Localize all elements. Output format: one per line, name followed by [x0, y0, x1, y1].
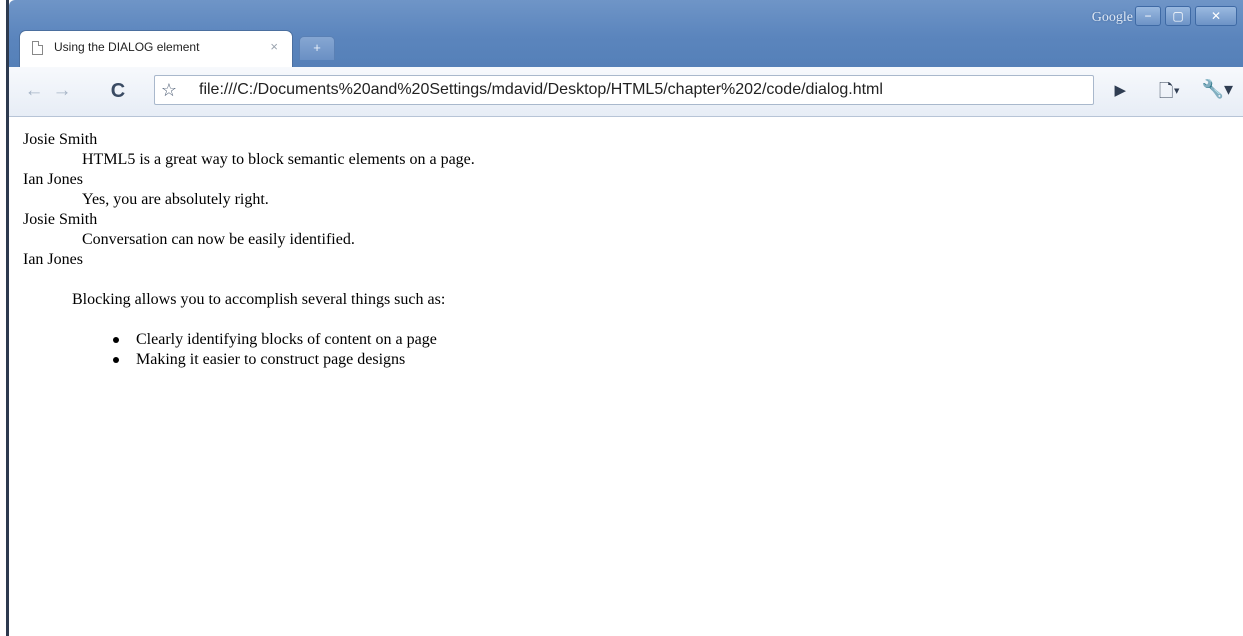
wrench-menu-icon[interactable]: 🔧▾: [1202, 79, 1233, 100]
new-tab-button[interactable]: +: [299, 36, 335, 60]
go-icon[interactable]: ▶: [1114, 81, 1126, 99]
tab-active[interactable]: Using the DIALOG element ×: [19, 30, 293, 68]
minimize-button[interactable]: −: [1135, 6, 1161, 26]
brand-label: Google: [1091, 10, 1133, 25]
maximize-button[interactable]: ▢: [1165, 6, 1191, 26]
list-item: Clearly identifying blocks of content on…: [113, 330, 1243, 350]
dialog-list: Josie Smith HTML5 is a great way to bloc…: [23, 130, 1243, 370]
tab-title: Using the DIALOG element: [54, 40, 200, 54]
page-menu-icon[interactable]: 🗋▾: [1159, 79, 1180, 109]
close-window-button[interactable]: ✕: [1195, 6, 1237, 26]
speaker-name: Ian Jones: [23, 251, 83, 268]
forward-icon[interactable]: →: [49, 79, 75, 103]
title-bar: Google − ▢ ✕ Using the DIALOG element × …: [9, 0, 1243, 68]
tab-close-icon[interactable]: ×: [270, 39, 278, 54]
window-controls: − ▢ ✕: [1135, 6, 1237, 26]
browser-window: Google − ▢ ✕ Using the DIALOG element × …: [6, 0, 1243, 636]
url-text[interactable]: file:///C:/Documents%20and%20Settings/md…: [199, 81, 883, 99]
back-icon[interactable]: ←: [21, 79, 47, 103]
speaker-name: Josie Smith: [23, 211, 98, 228]
page-icon: [32, 41, 43, 55]
bullet-list: Clearly identifying blocks of content on…: [72, 330, 1243, 370]
reload-icon[interactable]: C: [104, 79, 132, 103]
speaker-block: Blocking allows you to accomplish severa…: [72, 290, 1243, 370]
page-content: Josie Smith HTML5 is a great way to bloc…: [9, 117, 1243, 636]
speaker-line: Conversation can now be easily identifie…: [82, 231, 355, 248]
list-item: Making it easier to construct page desig…: [113, 350, 1243, 370]
speaker-name: Josie Smith: [23, 131, 98, 148]
block-paragraph: Blocking allows you to accomplish severa…: [72, 291, 446, 308]
speaker-line: HTML5 is a great way to block semantic e…: [82, 151, 475, 168]
bookmark-star-icon[interactable]: ☆: [157, 78, 181, 102]
speaker-line: Yes, you are absolutely right.: [82, 191, 269, 208]
address-bar[interactable]: ☆ file:///C:/Documents%20and%20Settings/…: [154, 75, 1094, 105]
speaker-name: Ian Jones: [23, 171, 83, 188]
toolbar: ← → C ☆ file:///C:/Documents%20and%20Set…: [9, 67, 1243, 117]
